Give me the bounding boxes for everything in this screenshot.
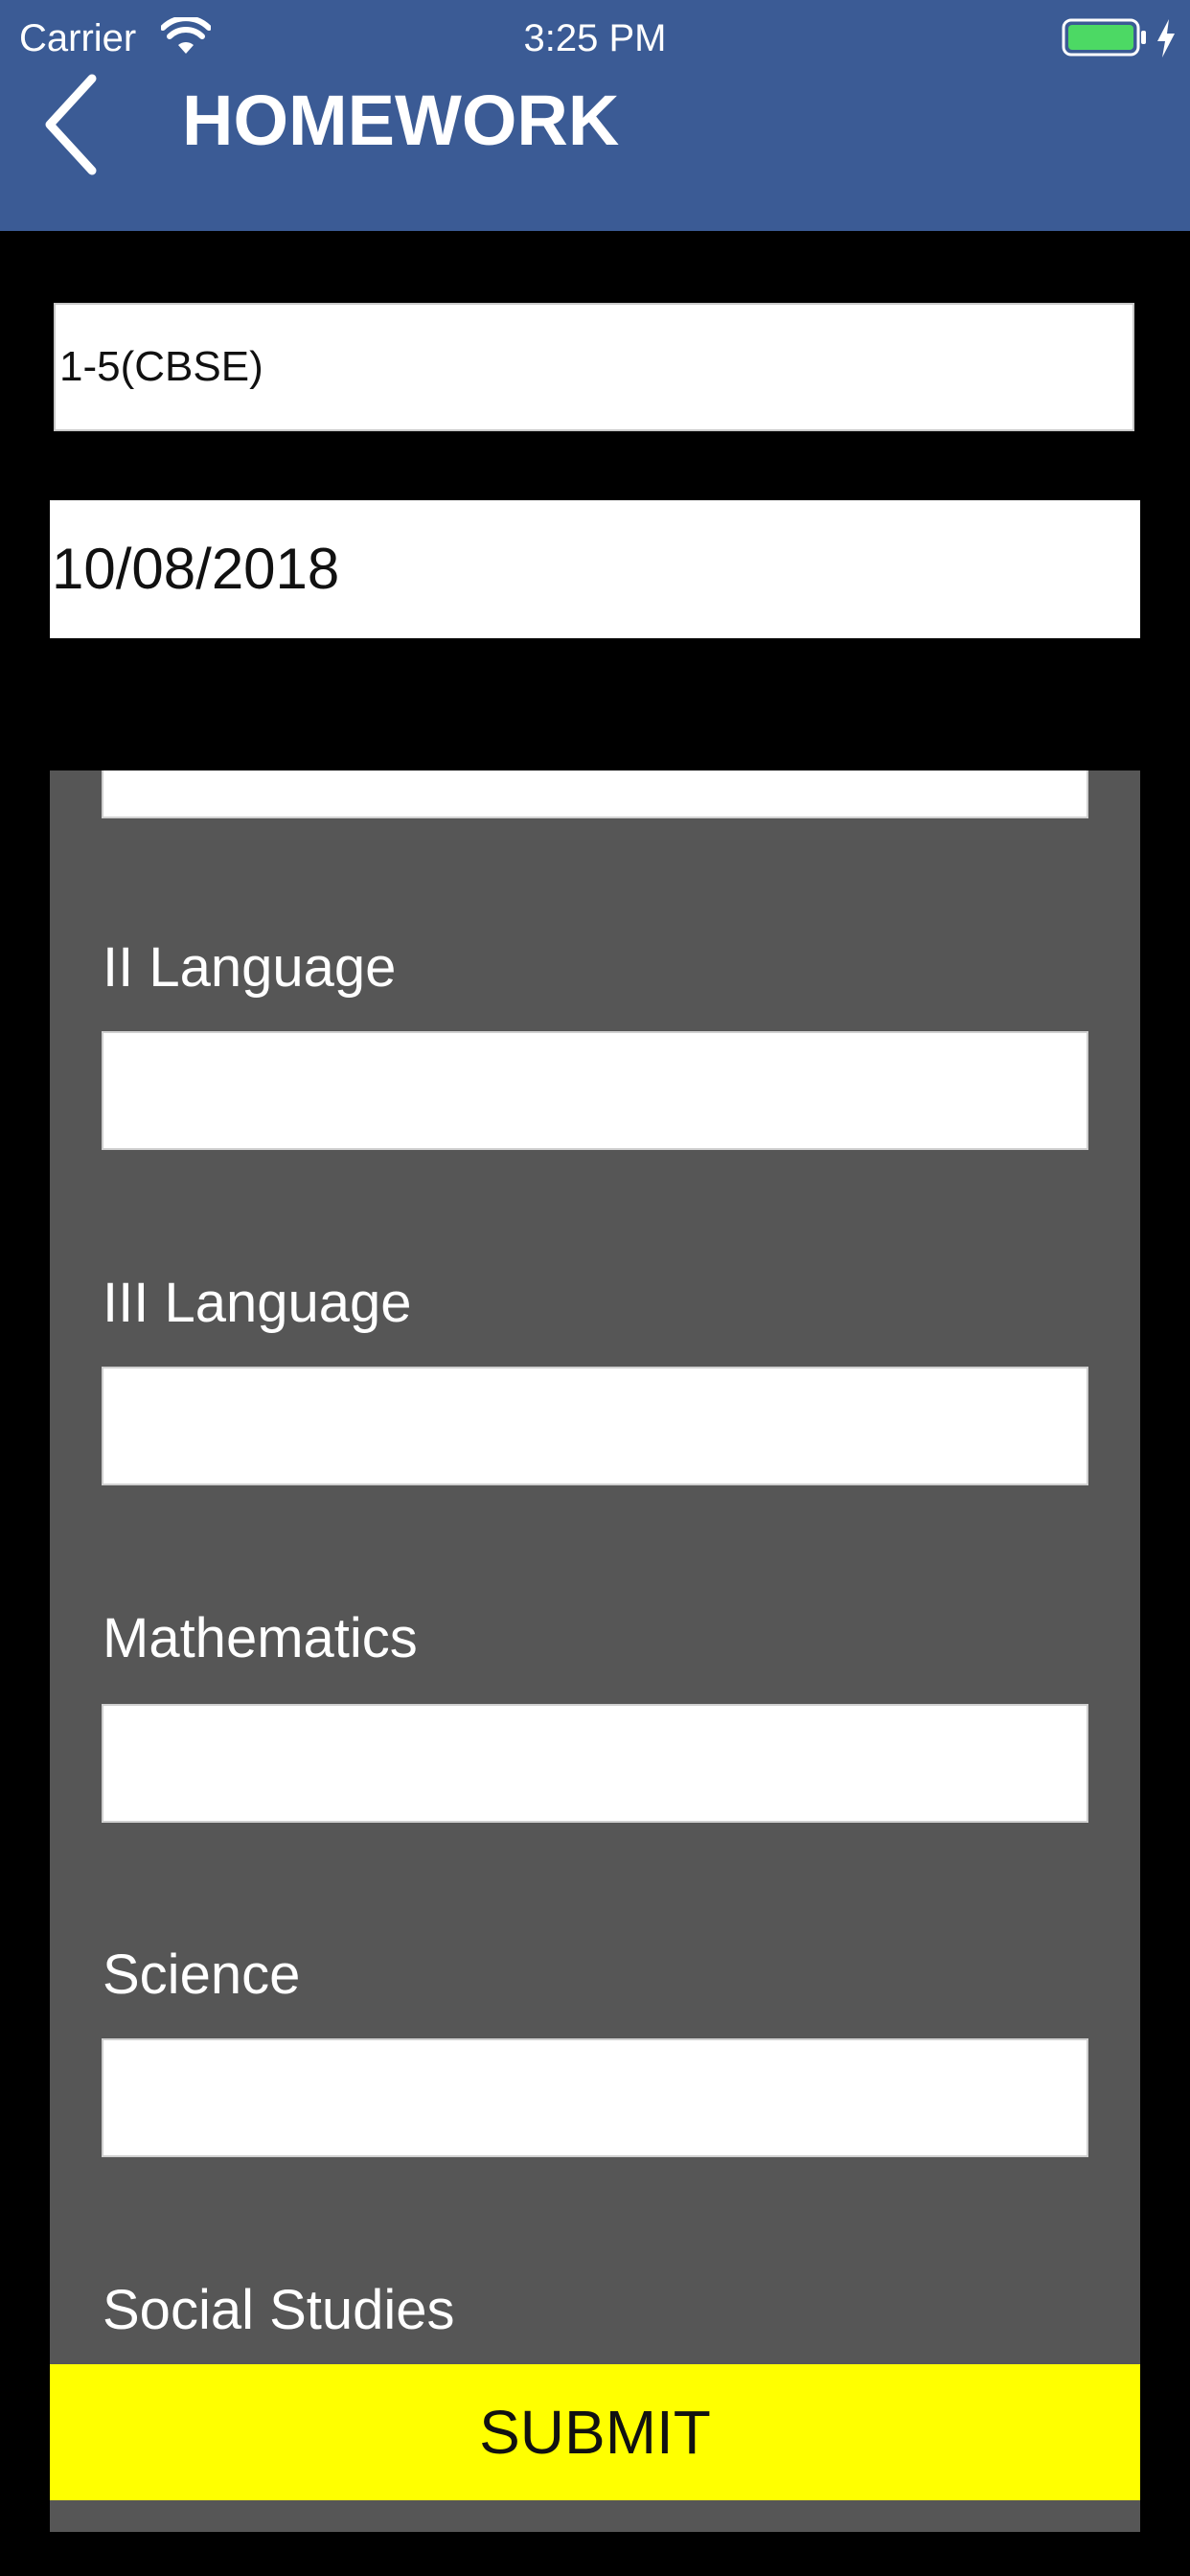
chevron-left-icon [45,74,97,175]
subject-input-mathematics[interactable] [102,1704,1088,1823]
subject-input-ii-language[interactable] [102,1031,1088,1150]
date-field[interactable]: 10/08/2018 [50,500,1140,638]
subject-label-iii-language: III Language [103,1272,412,1334]
subject-input-iii-language[interactable] [102,1367,1088,1485]
battery-icon [1062,18,1146,57]
subject-input-first[interactable] [102,770,1088,818]
subject-input-science[interactable] [102,2038,1088,2157]
submit-button[interactable]: SUBMIT [50,2364,1140,2500]
subject-label-mathematics: Mathematics [103,1607,418,1669]
page-title: HOMEWORK [182,80,620,160]
class-select[interactable]: 1-5(CBSE) [54,303,1134,431]
homework-screen: Carrier 3:25 PM HOMEWORK 1-5(CBSE) 10/08… [0,0,1190,2576]
back-button[interactable] [36,69,113,180]
subject-label-science: Science [103,1944,301,2006]
subject-label-social-studies: Social Studies [103,2279,455,2341]
charging-bolt-icon [1157,19,1175,58]
navigation-bar: Carrier 3:25 PM HOMEWORK [0,0,1190,231]
subject-label-ii-language: II Language [103,936,397,999]
status-time: 3:25 PM [523,17,667,59]
subjects-scroll-panel[interactable]: II Language III Language Mathematics Sci… [50,770,1140,2532]
